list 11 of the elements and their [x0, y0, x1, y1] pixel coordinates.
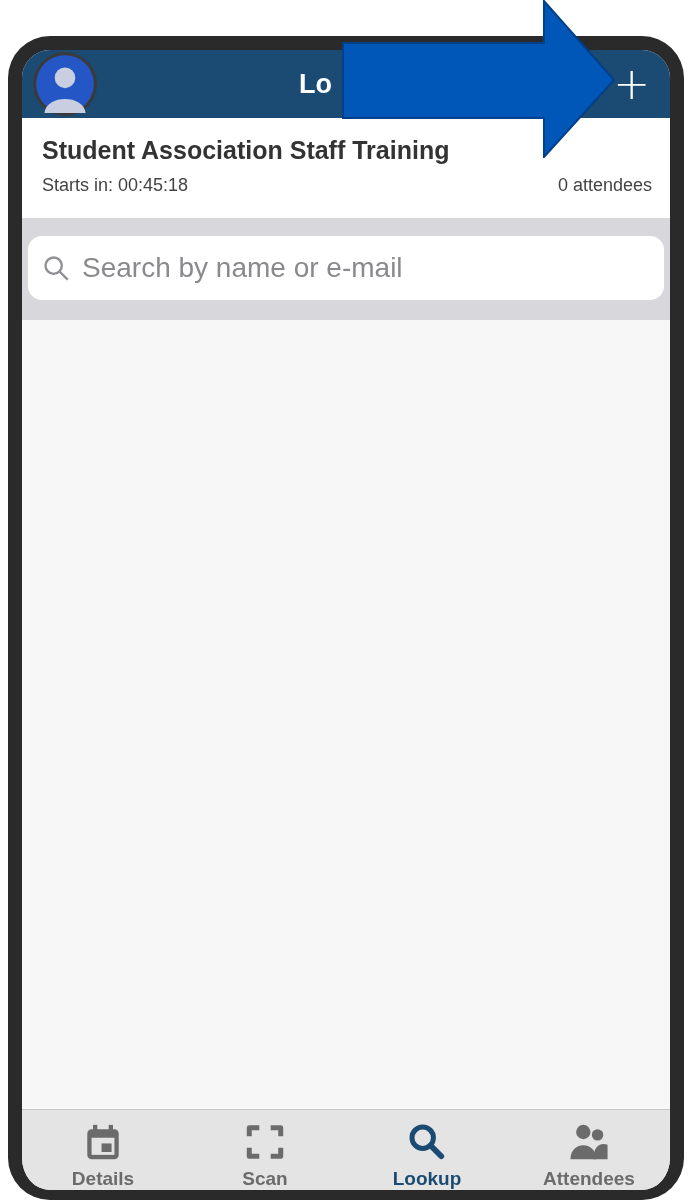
event-title: Student Association Staff Training — [42, 136, 451, 165]
tab[interactable]: Scan — [184, 1110, 346, 1190]
add-button[interactable]: + — [609, 62, 654, 106]
tab[interactable]: Attendees — [508, 1110, 670, 1190]
attendee-count: 0 attendees — [557, 175, 652, 196]
avatar[interactable] — [32, 51, 98, 117]
tab[interactable]: Details — [22, 1110, 184, 1190]
screen-title: Lo — [299, 68, 332, 100]
countdown-text: Starts in: 00:45:18 — [42, 175, 189, 196]
tab[interactable]: Lookup — [346, 1110, 508, 1190]
search-field[interactable]: Search by name or e-mail — [28, 236, 664, 300]
